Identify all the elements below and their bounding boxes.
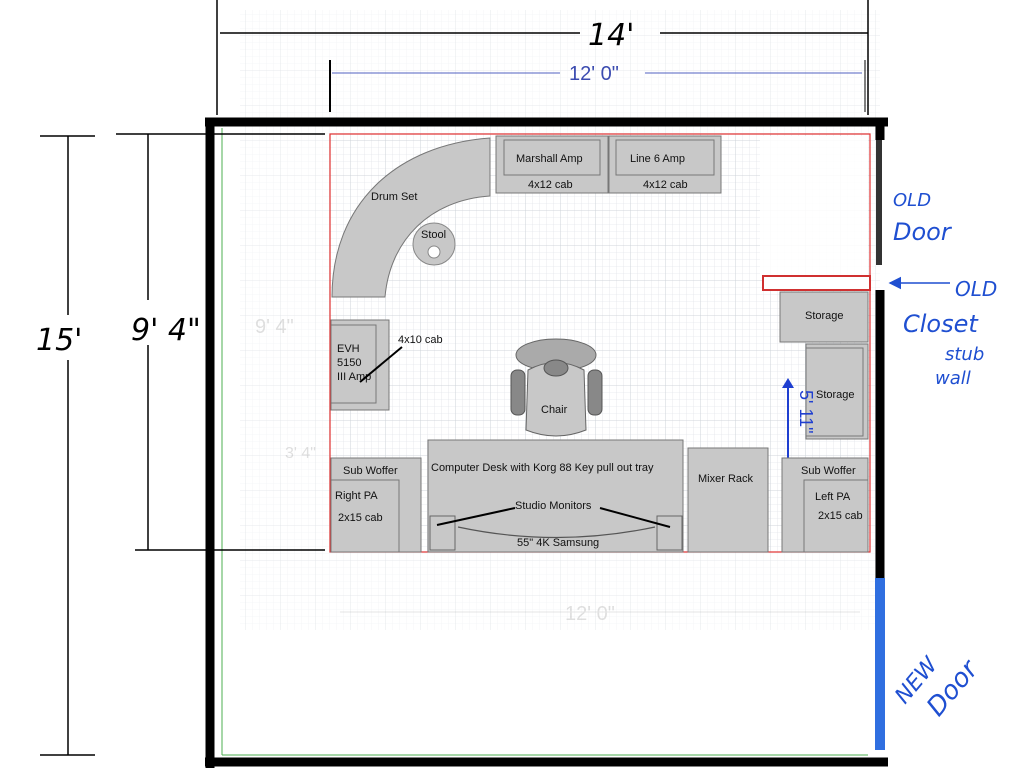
left-pa-label: Left PA [815,491,851,503]
drum-set-label: Drum Set [371,191,417,203]
line6-cab-label: 4x12 cab [643,179,688,191]
old-closet-note: OLD Closet stub wall [888,276,997,389]
old-closet-stub-wall [762,275,871,291]
storage-side-label: Storage [816,389,855,401]
old-door-zone [760,136,868,276]
old-door-note: OLD Door [893,190,953,246]
evh-label-2: 5150 [337,357,361,369]
ghost-small-label: 3' 4" [285,445,316,462]
storage-span-label: 5' 11" [796,390,816,434]
studio-monitors-label: Studio Monitors [515,500,592,512]
old-closet-note-4: wall [935,368,971,389]
mixer-rack: Mixer Rack [687,447,769,553]
evh-cab-label: 4x10 cab [398,334,443,346]
old-closet-note-3: stub [945,344,984,365]
inner-height-label: 9' 4" [131,313,201,348]
stool-label: Stool [421,229,446,241]
ghost-height-label: 9' 4" [255,316,294,338]
desk-label: Computer Desk with Korg 88 Key pull out … [431,462,654,474]
floor-plan: 9' 4" 3' 4" 12' 0" 14' 12' 0" 15' 9' 4" … [36,0,997,768]
old-door-note-1: OLD [893,190,931,211]
right-pa-cab-label: 2x15 cab [338,512,383,524]
right-pa-label: Right PA [335,490,378,502]
sub-woofer-right-label: Sub Woffer [801,465,856,477]
inner-width-label: 12' 0" [569,63,619,85]
marshall-amp: Marshall Amp 4x12 cab [495,135,609,194]
mixer-rack-label: Mixer Rack [698,473,754,485]
old-closet-note-1: OLD [955,277,997,301]
evh-label-1: EVH [337,343,360,355]
storage-top: Storage [779,291,869,343]
right-pa-group: Sub Woffer Right PA 2x15 cab [330,457,422,553]
ghost-bottom-width-label: 12' 0" [565,603,615,625]
room-height-dimension: 15' [36,135,95,756]
new-door-note: NEW Door [890,652,985,722]
marshall-amp-label: Marshall Amp [516,153,583,165]
old-closet-note-2: Closet [903,310,979,338]
old-door-note-2: Door [893,218,953,246]
tv-label: 55" 4K Samsung [517,537,599,549]
line6-amp: Line 6 Amp 4x12 cab [608,135,722,194]
left-pa-group: Sub Woffer Left PA 2x15 cab [781,457,869,553]
marshall-cab-label: 4x12 cab [528,179,573,191]
room-width-label: 14' [588,18,634,53]
sub-woofer-left-label: Sub Woffer [343,465,398,477]
chair-label: Chair [541,404,568,416]
storage-top-label: Storage [805,310,844,322]
line6-amp-label: Line 6 Amp [630,153,685,165]
left-pa-cab-label: 2x15 cab [818,510,863,522]
room-height-label: 15' [36,323,82,358]
computer-desk: Computer Desk with Korg 88 Key pull out … [427,439,684,553]
